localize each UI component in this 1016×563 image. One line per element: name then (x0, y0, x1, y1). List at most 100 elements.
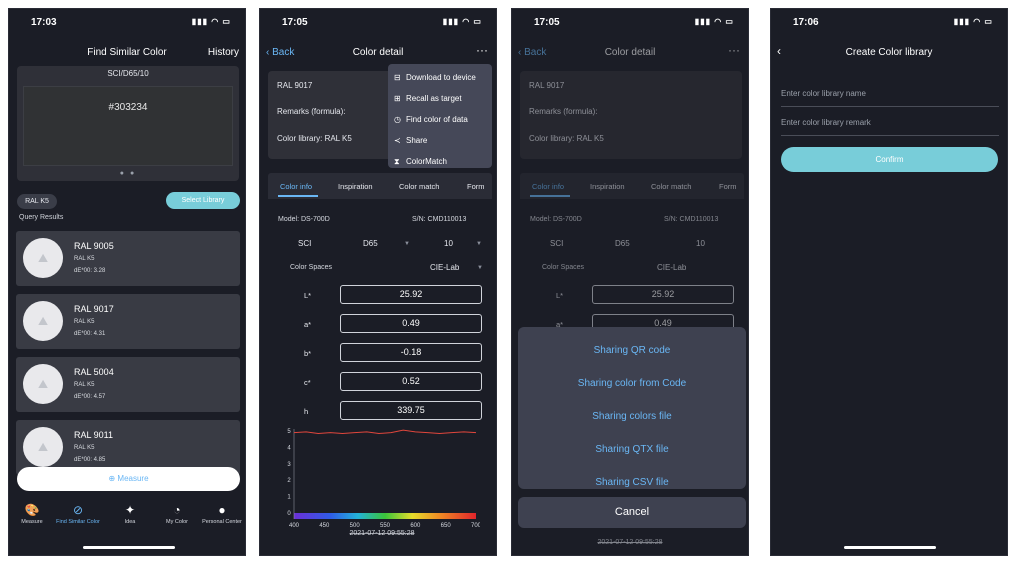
tab-inspiration[interactable]: Inspiration (338, 182, 373, 191)
reflectance-chart: 0 1 2 3 4 5 400 450 500 550 600 650 700 2021-07-12 … (287, 429, 480, 537)
image-placeholder-icon: ⛰ (23, 427, 63, 467)
x-tick-label: 450 (319, 523, 330, 529)
share-qtx-file-option[interactable]: Sharing QTX file (518, 444, 746, 455)
detail-tabs: Color info Inspiration Color match Form (520, 173, 744, 199)
value-field[interactable]: 0.49 (340, 314, 482, 333)
value-field[interactable]: 339.75 (340, 401, 482, 420)
result-delta-e: dE*00: 4.85 (74, 457, 106, 463)
image-placeholder-icon: ⛰ (23, 238, 63, 278)
caret-down-icon: ▼ (404, 241, 410, 247)
model-label: Model: DS-700D (278, 216, 330, 223)
tab-find-similar-color[interactable]: ⊘ Find Similar Color (55, 503, 101, 525)
value-field[interactable]: 25.92 (592, 285, 734, 304)
nav-bar: ‹ Back Color detail ··· (512, 43, 748, 65)
page-indicator[interactable]: ● ● (17, 170, 239, 177)
nav-bar: ‹ Back Color detail ··· (260, 43, 496, 65)
tab-color-info[interactable]: Color info (532, 182, 564, 191)
confirm-button[interactable]: Confirm (781, 147, 998, 172)
signal-wifi-battery-icon: ▮▮▮ ◠ ▭ (953, 17, 993, 26)
share-qr-code-option[interactable]: Sharing QR code (518, 345, 746, 356)
tab-idea[interactable]: ✦ Idea (107, 503, 153, 525)
create-color-library-screen: 17:06 ▮▮▮ ◠ ▭ ‹ Create Color library Ent… (770, 8, 1008, 556)
model-label: Model: DS-700D (530, 216, 582, 223)
tab-label: Find Similar Color (56, 519, 100, 525)
tab-color-info[interactable]: Color info (280, 182, 312, 191)
plus-circle-icon: ⊕ (108, 474, 116, 483)
color-name: RAL 9017 (529, 81, 565, 90)
measure-button[interactable]: ⊕ Measure (17, 467, 240, 491)
library-name-input[interactable]: Enter color library name (781, 85, 999, 107)
swatch-hex-value: #303234 (108, 102, 148, 113)
observer-select[interactable]: 10 (444, 239, 453, 248)
tab-color-match[interactable]: Color match (651, 182, 691, 191)
status-time: 17:05 (282, 17, 308, 28)
select-library-button[interactable]: Select Library (166, 192, 240, 209)
measurement-mode: SCI/D65/10 (107, 69, 149, 78)
share-action-sheet: Sharing QR code Sharing color from Code … (518, 327, 746, 489)
value-field[interactable]: -0.18 (340, 343, 482, 362)
cancel-button[interactable]: Cancel (518, 497, 746, 528)
more-icon[interactable]: ··· (728, 43, 740, 57)
tab-form[interactable]: Form (467, 182, 485, 191)
result-name: RAL 9017 (74, 304, 114, 314)
result-delta-e: dE*00: 4.31 (74, 331, 106, 337)
menu-find-color-of-data[interactable]: ◷ Find color of data (394, 115, 468, 124)
nav-bar: ‹ Create Color library (771, 43, 1007, 65)
library-chip[interactable]: RAL K5 (17, 194, 57, 209)
clock-icon: ◷ (394, 115, 401, 124)
tab-inspiration[interactable]: Inspiration (590, 182, 625, 191)
signal-wifi-battery-icon: ▮▮▮ ◠ ▭ (442, 17, 482, 26)
library-remark-input[interactable]: Enter color library remark (781, 114, 999, 136)
more-icon[interactable]: ··· (476, 43, 488, 57)
menu-share[interactable]: ≺ Share (394, 136, 427, 145)
result-card[interactable]: ⛰ RAL 5004 RAL K5 dE*00: 4.57 (16, 357, 240, 412)
value-field[interactable]: 0.52 (340, 372, 482, 391)
result-delta-e: dE*00: 3.28 (74, 268, 106, 274)
y-tick-label: 2 (287, 478, 291, 484)
image-placeholder-icon: ⛰ (23, 364, 63, 404)
find-similar-color-screen: 17:03 ▮▮▮ ◠ ▭ Find Similar Color History… (8, 8, 246, 556)
share-colors-file-option[interactable]: Sharing colors file (518, 411, 746, 422)
history-link[interactable]: History (208, 47, 239, 58)
y-tick-label: 1 (287, 495, 291, 501)
download-icon: ⊟ (394, 73, 401, 82)
caret-down-icon: ▼ (477, 265, 483, 271)
status-time: 17:06 (793, 17, 819, 28)
menu-label: Recall as target (406, 94, 462, 103)
y-tick-label: 4 (287, 445, 291, 451)
color-space-select[interactable]: CIE-Lab (657, 263, 686, 272)
tab-form[interactable]: Form (719, 182, 737, 191)
illuminant-select[interactable]: D65 (363, 239, 378, 248)
tab-color-match[interactable]: Color match (399, 182, 439, 191)
active-tab-indicator (530, 195, 570, 197)
serial-number: S/N: CMD110013 (664, 216, 719, 223)
x-tick-label: 500 (350, 523, 361, 529)
illuminant-select[interactable]: D65 (615, 239, 630, 248)
mode-select[interactable]: SCI (298, 239, 311, 248)
result-card[interactable]: ⛰ RAL 9017 RAL K5 dE*00: 4.31 (16, 294, 240, 349)
result-card[interactable]: ⛰ RAL 9005 RAL K5 dE*00: 3.28 (16, 231, 240, 286)
timestamp: 2021-07-12 09:55:28 (597, 539, 663, 546)
menu-download-to-device[interactable]: ⊟ Download to device (394, 73, 476, 82)
tab-measure[interactable]: 🎨 Measure (9, 503, 55, 525)
color-space-select[interactable]: CIE-Lab (430, 263, 459, 272)
result-name: RAL 9005 (74, 241, 114, 251)
x-tick-label: 600 (410, 523, 421, 529)
library-name-placeholder: Enter color library name (781, 89, 866, 98)
color-spaces-label: Color Spaces (290, 264, 333, 271)
x-tick-label: 550 (380, 523, 391, 529)
timestamp: 2021-07-12 09:55:28 (350, 530, 415, 537)
menu-colormatch[interactable]: ⧗ ColorMatch (394, 157, 447, 167)
value-field[interactable]: 25.92 (340, 285, 482, 304)
mode-select[interactable]: SCI (550, 239, 563, 248)
y-tick-label: 5 (287, 429, 291, 435)
query-results-label: Query Results (19, 214, 64, 221)
menu-recall-as-target[interactable]: ⊞ Recall as target (394, 94, 462, 103)
tab-my-color[interactable]: ◔ My Color (154, 503, 200, 525)
tab-personal-center[interactable]: ● Personal Center (199, 503, 245, 525)
share-color-from-code-option[interactable]: Sharing color from Code (518, 378, 746, 389)
result-library: RAL K5 (74, 319, 95, 325)
more-menu: ⊟ Download to device ⊞ Recall as target ◷ F… (388, 64, 492, 168)
observer-select[interactable]: 10 (696, 239, 705, 248)
share-csv-file-option[interactable]: Sharing CSV file (518, 477, 746, 488)
